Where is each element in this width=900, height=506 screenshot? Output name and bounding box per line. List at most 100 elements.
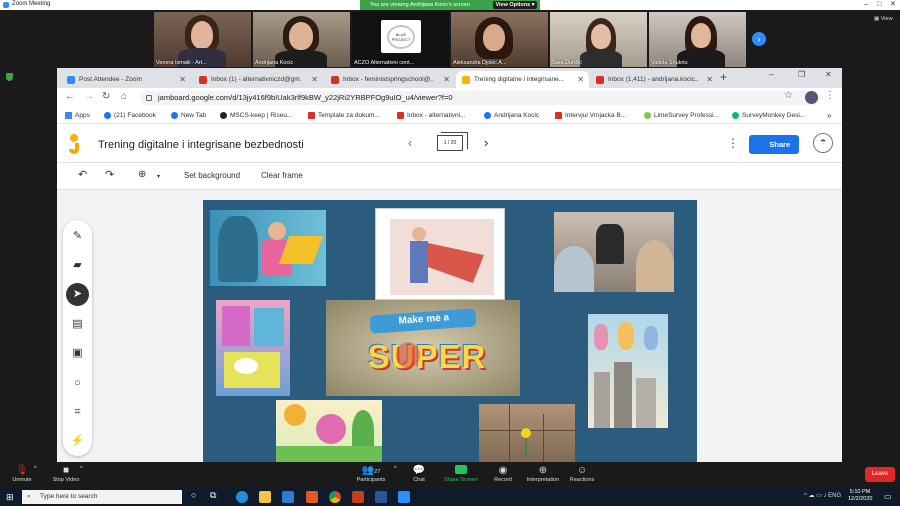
word-icon[interactable] <box>375 491 387 503</box>
close-tab-icon[interactable]: ✕ <box>443 71 450 88</box>
file-explorer-icon[interactable] <box>259 491 271 503</box>
close-tab-icon[interactable]: ✕ <box>577 71 584 88</box>
bookmark-item[interactable]: (21) Facebook <box>104 111 156 121</box>
participant-tile[interactable]: Sara Đurišić <box>550 12 647 67</box>
circle-icon[interactable]: ○ <box>69 375 86 392</box>
collage-image-superhero-girl[interactable] <box>210 210 326 286</box>
browser-tab[interactable]: Post Attendee - Zoom ✕ <box>61 71 191 88</box>
sticky-note-icon[interactable]: ▤ <box>69 316 86 333</box>
collage-image-cracked-earth[interactable] <box>479 404 575 462</box>
cortana-icon[interactable]: ○ <box>191 490 196 500</box>
bookmark-item[interactable]: Template za dokum... <box>308 111 380 121</box>
clock[interactable]: 5:10 PM 12/2/2020 <box>848 489 872 503</box>
participant-tile[interactable]: BLUE PROJECT ACZO Alternativni cent... <box>352 12 449 67</box>
eraser-icon[interactable]: ▰ <box>69 257 86 274</box>
stop-video-button[interactable]: ■ Stop Video <box>50 465 82 483</box>
jam-frame[interactable]: Make me a SUPER <box>203 200 697 462</box>
user-avatar[interactable]: ☂ <box>813 133 833 153</box>
bookmark-star-icon[interactable]: ☆ <box>784 90 793 101</box>
back-arrow-icon[interactable]: ← <box>65 91 75 102</box>
collage-image-comic-page[interactable] <box>216 300 290 396</box>
share-button[interactable]: 👤 Share <box>749 135 799 154</box>
more-options-icon[interactable]: ⋮ <box>727 136 739 150</box>
participants-button[interactable]: 👥27 Participants <box>353 465 389 483</box>
browser-menu-icon[interactable]: ⋮ <box>825 90 835 101</box>
zoom-app-icon[interactable] <box>398 491 410 503</box>
close-tab-icon[interactable]: ✕ <box>706 71 713 88</box>
home-icon[interactable]: ⌂ <box>121 91 127 102</box>
maximize-icon[interactable]: □ <box>877 0 881 10</box>
chevron-left-icon[interactable]: ‹ <box>408 136 412 150</box>
bookmark-apps[interactable]: Apps <box>65 111 90 121</box>
collage-image-children-photo[interactable] <box>554 212 674 292</box>
task-view-icon[interactable]: ⧉ <box>210 490 216 501</box>
redo-icon[interactable]: ↷ <box>105 168 114 181</box>
close-icon[interactable]: ✕ <box>825 70 832 79</box>
new-tab-icon[interactable]: + <box>720 70 727 84</box>
close-tab-icon[interactable]: ✕ <box>311 71 318 88</box>
browser-tab[interactable]: Inbox (1) - alternativniczd@gm... ✕ <box>193 71 323 88</box>
chevron-up-icon[interactable]: ^ <box>34 466 37 472</box>
leave-button[interactable]: Leave <box>865 467 895 482</box>
minimize-icon[interactable]: – <box>769 70 773 79</box>
clear-frame-button[interactable]: Clear frame <box>261 171 303 180</box>
text-box-icon[interactable]: ⌗ <box>69 404 86 421</box>
collage-image-garden-drawing[interactable] <box>276 400 382 462</box>
participant-tile[interactable]: Aleksandra Djokic A... <box>451 12 548 67</box>
bookmark-item[interactable]: New Tab <box>171 111 206 121</box>
image-icon[interactable]: ▣ <box>69 345 86 362</box>
restore-icon[interactable]: ❐ <box>798 70 805 79</box>
mail-icon[interactable] <box>282 491 294 503</box>
laser-icon[interactable]: ⚡ <box>69 433 86 450</box>
chevron-right-icon[interactable]: › <box>752 32 766 46</box>
bookmark-item[interactable]: MSCS-keep | Riseu... <box>220 111 292 121</box>
jam-title[interactable]: Trening digitalne i integrisane bezbedno… <box>98 139 304 151</box>
participant-tile[interactable]: Venera Ismaili - Art... <box>154 12 251 67</box>
interpretation-button[interactable]: ⊕ Interpretation <box>523 465 563 483</box>
chevron-up-icon[interactable]: ^ <box>394 466 397 472</box>
url-input[interactable]: jamboard.google.com/d/13jy416f9bIUak3rlf… <box>140 91 820 105</box>
office-icon[interactable] <box>306 491 318 503</box>
chevron-right-icon[interactable]: › <box>484 135 488 150</box>
security-shield-icon[interactable] <box>6 73 13 81</box>
collage-image-poster[interactable]: Make me a SUPER <box>326 300 520 396</box>
chrome-icon[interactable] <box>329 491 341 503</box>
forward-arrow-icon[interactable]: → <box>84 91 94 102</box>
chat-button[interactable]: 💬 Chat <box>406 465 432 483</box>
view-options-button[interactable]: View Options ▾ <box>493 1 537 9</box>
edge-icon[interactable] <box>236 491 248 503</box>
bookmark-item[interactable]: LimeSurvey Professi... <box>644 111 719 121</box>
set-background-button[interactable]: Set background <box>184 171 240 180</box>
profile-avatar[interactable] <box>805 91 818 104</box>
pen-icon[interactable]: ✎ <box>69 228 86 245</box>
reactions-button[interactable]: ☺ Reactions <box>567 465 597 483</box>
record-button[interactable]: ◉ Record <box>490 465 516 483</box>
browser-tab[interactable]: Inbox (1,411) - andrijana.kocic... ✕ <box>590 71 718 88</box>
minimize-icon[interactable]: – <box>864 0 868 10</box>
more-bookmarks-icon[interactable]: » <box>827 111 831 121</box>
select-icon[interactable]: ➤ <box>66 283 89 306</box>
browser-tab[interactable]: Inbox - feministspringschool@... ✕ <box>325 71 455 88</box>
view-toggle[interactable]: ▦ View <box>874 16 893 22</box>
unmute-button[interactable]: 🎙 Unmute <box>8 465 36 483</box>
system-tray-icons[interactable]: ^ ☁ ▭ ♪ ENG <box>804 492 841 499</box>
chevron-down-icon[interactable]: ▾ <box>157 173 160 180</box>
close-icon[interactable]: ✕ <box>890 0 896 10</box>
windows-start-icon[interactable]: ⊞ <box>6 491 14 503</box>
reload-icon[interactable]: ↻ <box>102 91 110 102</box>
bookmark-item[interactable]: SurveyMonkey Desi... <box>732 111 805 121</box>
notifications-icon[interactable]: ▭ <box>884 492 892 501</box>
bookmark-item[interactable]: Andrijana Kocic <box>484 111 539 121</box>
undo-icon[interactable]: ↶ <box>78 168 87 181</box>
browser-tab-active[interactable]: Trening digitalne i integrisane... ✕ <box>456 71 589 88</box>
close-tab-icon[interactable]: ✕ <box>179 71 186 88</box>
participant-tile[interactable]: Andrijana Kocic <box>253 12 350 67</box>
chevron-up-icon[interactable]: ^ <box>80 466 83 472</box>
collage-image-city-drawing[interactable] <box>588 314 668 428</box>
bookmark-item[interactable]: Intervjui Vrnjacka B... <box>555 111 626 121</box>
taskbar-search-input[interactable]: ⌕ Type here to search <box>22 490 182 504</box>
powerpoint-icon[interactable] <box>352 491 364 503</box>
share-screen-button[interactable]: Share Screen <box>442 465 480 483</box>
frame-indicator[interactable]: 1 / 20 <box>437 132 468 151</box>
participant-tile[interactable]: Vaitida Shukriu <box>649 12 746 67</box>
